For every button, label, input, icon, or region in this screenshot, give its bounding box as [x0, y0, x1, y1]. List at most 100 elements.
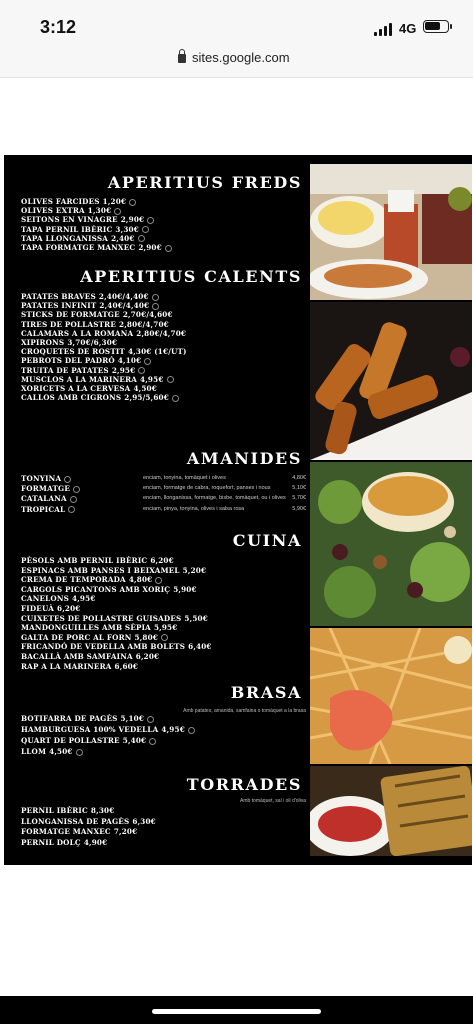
menu-item-name: BACALLÀ AMB SAMFAINA [21, 652, 133, 661]
menu-item: CALAMARS A LA ROMANA 2,80€/4,70€ [21, 329, 186, 338]
menu-item: CREMA DE TEMPORADA 4,80€ [21, 575, 163, 585]
section-subtitle: Amb patates, amanida, samfaina o tomàque… [183, 708, 306, 714]
menu-item: ESPINACS AMB PANSES I BEIXAMEL 5,20€ [21, 566, 206, 575]
menu-item-price: 5,70€ [292, 495, 306, 502]
menu-item-price: 2,95/5,60€ [124, 393, 169, 403]
section-title: TORRADES [186, 775, 302, 794]
menu-item: OLIVES FARCIDES 1,20€ [21, 197, 137, 206]
menu-item: XORICETS A LA CERVESA 4,50€ [21, 384, 157, 393]
menu-item: TONYINA [21, 474, 72, 483]
section-title: AMANIDES [186, 449, 302, 468]
menu-item-price: 5,95€ [153, 623, 178, 633]
vegetarian-icon [155, 576, 163, 584]
menu-item-name: MUSCLOS A LA MARINERA [21, 374, 138, 384]
vegetarian-icon [152, 302, 160, 310]
vegetarian-icon [64, 475, 72, 483]
menu-item: TAPA PERNIL IBÈRIC 3,30€ [21, 225, 149, 234]
section-title: BRASA [230, 683, 302, 702]
menu-item-description: enciam, formatge de cabra, roquefort, pa… [143, 485, 271, 492]
menu-item-price: 3,70€/6,30€ [67, 338, 118, 347]
section-title: CUINA [232, 531, 302, 550]
menu-item-name: TIRES DE POLLASTRE [21, 319, 117, 329]
vegetarian-icon [166, 376, 174, 384]
vegetarian-icon [164, 244, 172, 252]
menu-item-name: TRUITA DE PATATES [21, 365, 109, 375]
menu-item-name: CALLOS AMB CIGRONS [21, 393, 122, 403]
menu-item-price: 4,50€ [49, 747, 73, 756]
menu-item: STICKS DE FORMATGE 2,70€/4,60€ [21, 310, 173, 319]
home-indicator[interactable] [152, 1009, 321, 1014]
vegetarian-icon [114, 207, 122, 215]
menu-item-name: TONYINA [21, 474, 62, 483]
menu-item: PÈSOLS AMB PERNIL IBÈRIC 6,20€ [21, 556, 174, 565]
status-bar: 3:12 4G [0, 0, 473, 45]
menu-item: TIRES DE POLLASTRE 2,80€/4,70€ [21, 320, 169, 329]
lock-icon [178, 49, 186, 63]
vegetarian-icon [149, 737, 157, 745]
menu-item-price: 4,80€ [128, 575, 153, 585]
menu-item: CROQUETES DE ROSTIT 4,30€ (1€/UT) [21, 347, 187, 356]
menu-item-name: PATATES INFINIT [21, 301, 97, 311]
menu-item-price: 2,95€ [111, 365, 136, 375]
url-text[interactable]: sites.google.com [192, 50, 290, 65]
photo-salad [310, 462, 472, 626]
menu-item-name: PATATES BRAVES [21, 292, 96, 301]
menu-item: TROPICAL [21, 505, 76, 514]
vegetarian-icon [147, 216, 155, 224]
menu-item-price: 4,95€ [161, 725, 185, 734]
menu-item-name: TAPA LLONGANISSA [21, 233, 109, 243]
menu-item-name: QUART DE POLLASTRE [21, 736, 120, 745]
menu-item-price: 6,60€ [114, 661, 139, 671]
menu-item-price: 6,20€ [135, 652, 160, 661]
menu-item: BOTIFARRA DE PAGÈS 5,10€ [21, 714, 155, 723]
section-title: APERITIUS CALENTS [80, 267, 302, 286]
photo-torrades [310, 766, 472, 856]
menu-item-price: 4,90€ [83, 837, 108, 847]
menu-item-name: FORMATGE [21, 484, 71, 494]
menu-image: APERITIUS FREDS OLIVES FARCIDES 1,20€ OLIVE… [4, 155, 472, 865]
menu-item: LLOM 4,50€ [21, 747, 83, 756]
photo-cheese-sticks [310, 302, 472, 460]
menu-item: PATATES BRAVES 2,40€/4,40€ [21, 292, 159, 301]
menu-item-name: TAPA PERNIL IBÈRIC [21, 224, 113, 234]
menu-item-name: CATALANA [21, 494, 67, 504]
menu-item-name: SEITONS EN VINAGRE [21, 215, 118, 225]
menu-item-price: 5,20€ [182, 565, 207, 575]
menu-item: LLONGANISSA DE PAGÈS 6,30€ [21, 817, 156, 826]
menu-item-name: XORICETS A LA CERVESA [21, 384, 131, 393]
vegetarian-icon [141, 226, 149, 234]
photo-tapas [310, 164, 472, 300]
menu-item: XIPIRONS 3,70€/6,30€ [21, 338, 117, 347]
menu-item: FIDEUÀ 6,20€ [21, 604, 81, 613]
menu-item: TAPA FORMATGE MANXEC 2,90€ [21, 243, 172, 252]
menu-item-description: enciam, llonganissa, formatge, bisbe, to… [143, 495, 286, 502]
section-title: APERITIUS FREDS [107, 173, 302, 192]
menu-item-price: 2,40€/4,40€ [98, 292, 149, 301]
status-time: 3:12 [40, 17, 77, 37]
menu-item: RAP A LA MARINERA 6,60€ [21, 662, 138, 671]
menu-item-price: 5,90€ [173, 584, 197, 594]
address-bar[interactable]: sites.google.com [0, 45, 473, 78]
menu-item: FORMATGE [21, 484, 81, 494]
menu-item: CARGOLS PICANTONS AMB XORIÇ 5,90€ [21, 585, 197, 594]
vegetarian-icon [138, 367, 146, 375]
menu-item-price: 2,90€ [138, 243, 162, 252]
menu-item-name: CREMA DE TEMPORADA [21, 575, 126, 585]
vegetarian-icon [147, 715, 155, 723]
menu-item: QUART DE POLLASTRE 5,40€ [21, 736, 157, 745]
menu-item-name: BOTIFARRA DE PAGÈS [21, 714, 118, 723]
menu-item-name: MANDONGUILLES AMB SÈPIA [21, 623, 151, 633]
menu-item-price: 5,90€ [292, 505, 306, 512]
menu-item-name: LLONGANISSA DE PAGÈS [21, 816, 130, 826]
menu-item: PATATES INFINIT 2,40€/4,40€ [21, 301, 160, 311]
menu-item-name: HAMBURGUESA 100% VEDELLA [21, 725, 159, 734]
menu-item: PERNIL DOLÇ 4,90€ [21, 838, 107, 847]
menu-item-price: 1,20€ [102, 197, 127, 206]
menu-item-name: PEBROTS DEL PADRÓ [21, 356, 115, 366]
menu-item-price: 2,90€ [120, 215, 145, 225]
menu-item-price: 7,20€ [113, 827, 138, 836]
menu-item-name: PÈSOLS AMB PERNIL IBÈRIC [21, 556, 148, 565]
vegetarian-icon [171, 394, 179, 402]
menu-item-name: FORMATGE MANXEC [21, 827, 111, 836]
signal-icon [374, 22, 394, 36]
